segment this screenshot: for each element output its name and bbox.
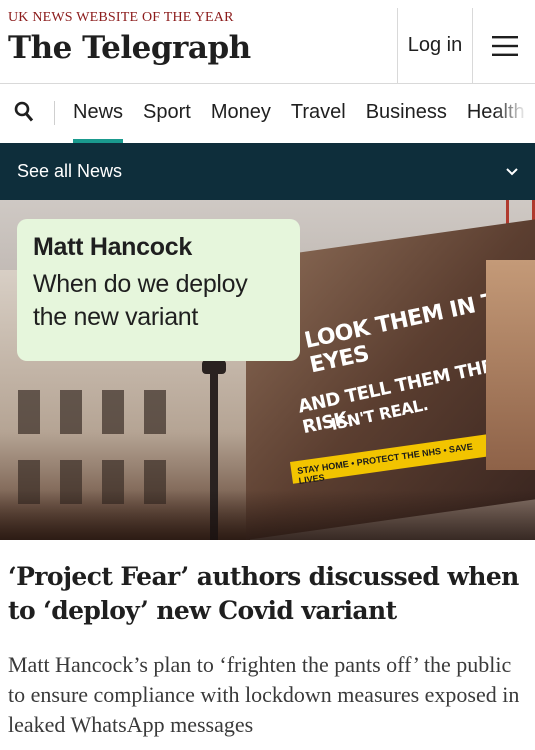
article-standfirst: Matt Hancock’s plan to ‘frighten the pan… [8, 652, 520, 737]
search-button[interactable] [14, 101, 36, 125]
article-headline[interactable]: ‘Project Fear’ authors discussed when to… [8, 560, 528, 628]
section-nav: News Sport Money Travel Business Health [0, 84, 535, 143]
nav-items: News Sport Money Travel Business Health [73, 84, 535, 143]
nav-item-business[interactable]: Business [366, 84, 447, 143]
nav-item-money[interactable]: Money [211, 84, 271, 143]
hamburger-menu-icon [491, 35, 518, 56]
brand[interactable]: UK NEWS WEBSITE OF THE YEAR The Telegrap… [8, 10, 251, 66]
billboard-face [486, 260, 535, 470]
whatsapp-message-card: Matt Hancock When do we deploy the new v… [17, 219, 300, 361]
message-text: When do we deploy the new variant [33, 270, 248, 331]
message-sender: Matt Hancock [33, 233, 192, 261]
nav-item-news[interactable]: News [73, 84, 124, 143]
tagline: UK NEWS WEBSITE OF THE YEAR [8, 10, 234, 25]
search-icon [14, 101, 34, 122]
nav-item-travel[interactable]: Travel [291, 84, 346, 143]
masthead-logo[interactable]: The Telegraph [8, 30, 251, 66]
menu-button[interactable] [474, 8, 535, 83]
nav-item-sport[interactable]: Sport [143, 84, 191, 143]
login-button[interactable]: Log in [397, 8, 473, 83]
site-header: UK NEWS WEBSITE OF THE YEAR The Telegrap… [0, 0, 535, 84]
see-all-news-toggle[interactable]: See all News [0, 143, 535, 200]
see-all-label: See all News [17, 161, 123, 181]
chevron-down-icon [506, 168, 518, 176]
nav-divider [54, 101, 55, 125]
nav-scroll-fade [495, 84, 535, 143]
street-shadow [0, 490, 535, 540]
